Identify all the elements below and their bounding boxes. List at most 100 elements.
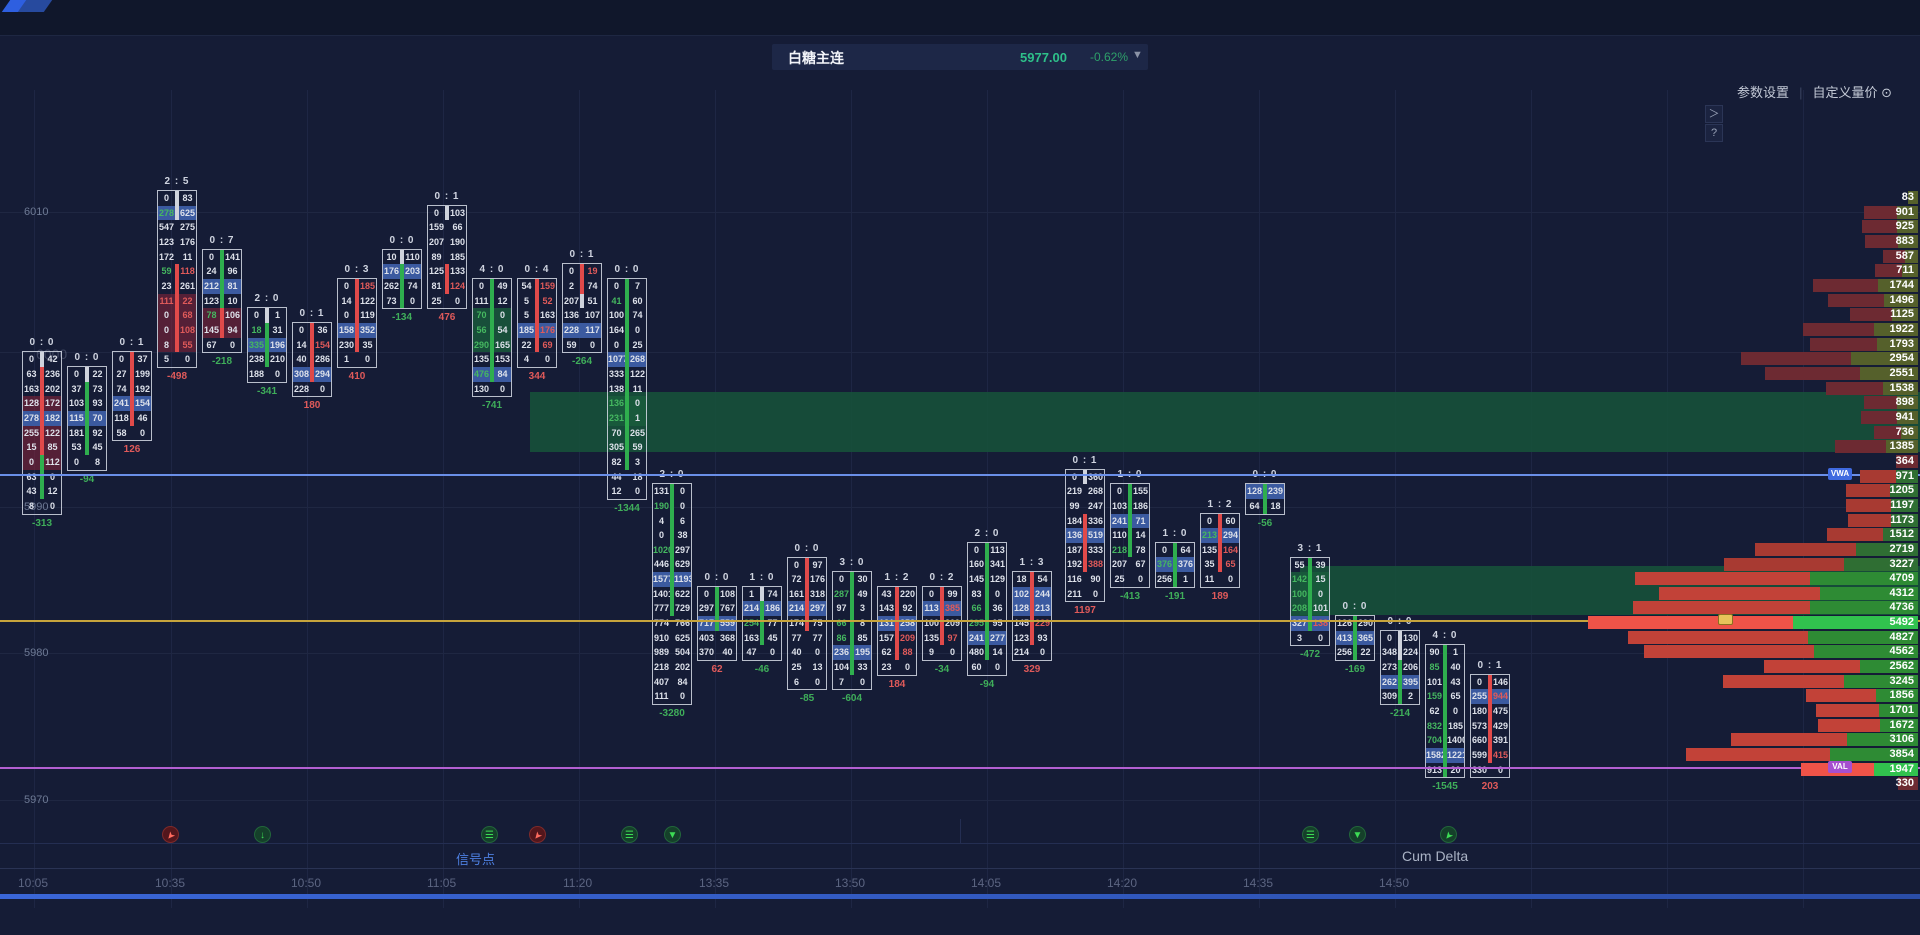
signal-stack-icon[interactable]: ☰ bbox=[1302, 826, 1319, 843]
bid-volume: 214 bbox=[788, 601, 805, 616]
param-settings-button[interactable]: 参数设置 bbox=[1737, 85, 1789, 100]
bar-delta-label: -472 bbox=[1290, 649, 1330, 660]
ask-volume: 36 bbox=[989, 601, 1006, 616]
bid-volume: 4 bbox=[653, 514, 670, 529]
footprint-row: 218202 bbox=[653, 660, 691, 675]
profile-value: 4736 bbox=[1890, 601, 1914, 614]
ask-volume: 43 bbox=[1447, 675, 1464, 690]
instrument-selector[interactable]: 白糖主连 5977.00 -0.62% ▼ bbox=[772, 44, 1148, 70]
imbalance-header: 0 : 4 bbox=[517, 264, 557, 275]
footprint-row: 128172 bbox=[23, 396, 61, 411]
imbalance-header: 1 : 2 bbox=[877, 572, 917, 583]
profile-row bbox=[1628, 631, 1918, 644]
ask-volume: 81 bbox=[224, 279, 241, 294]
profile-bid-bar bbox=[1810, 338, 1877, 351]
ask-volume: 84 bbox=[674, 675, 691, 690]
chevron-down-icon[interactable]: ▼ bbox=[1132, 49, 1143, 61]
footprint-row: 11570 bbox=[68, 411, 106, 426]
ask-volume: 55 bbox=[179, 338, 196, 353]
ask-volume: 96 bbox=[224, 264, 241, 279]
bid-volume: 0 bbox=[1156, 543, 1173, 558]
footprint-row: 20767 bbox=[1111, 557, 1149, 572]
profile-value: 1922 bbox=[1890, 323, 1914, 336]
footprint-row: 274 bbox=[563, 279, 601, 294]
ask-volume: 12 bbox=[494, 294, 511, 309]
footprint-box: 553914215100020810132713830 bbox=[1290, 557, 1330, 647]
footprint-row: 63236 bbox=[23, 367, 61, 382]
footprint-row: 135153 bbox=[473, 352, 511, 367]
ask-volume: 49 bbox=[854, 587, 871, 602]
footprint-row: 40286 bbox=[293, 352, 331, 367]
signal-arrow-down-icon[interactable]: ↓ bbox=[254, 826, 271, 843]
signal-pin-icon[interactable]: ➤ bbox=[162, 826, 179, 843]
collapse-button[interactable]: ＞ bbox=[1705, 105, 1723, 123]
ask-volume: 108 bbox=[719, 587, 736, 602]
footprint-row: 470 bbox=[743, 645, 781, 660]
ask-volume: 78 bbox=[1132, 543, 1149, 558]
footprint-row: 126290 bbox=[1336, 616, 1374, 631]
footprint-row: 4312 bbox=[23, 484, 61, 499]
signal-tri-down-icon[interactable]: ▼ bbox=[1349, 826, 1366, 843]
footprint-row: 185176 bbox=[518, 323, 556, 338]
footprint-row: 89185 bbox=[428, 250, 466, 265]
bid-volume: 136 bbox=[608, 396, 625, 411]
custom-volume-price-button[interactable]: 自定义量价 bbox=[1812, 85, 1877, 100]
ask-volume: 0 bbox=[629, 396, 646, 411]
signal-pin-icon[interactable]: ➤ bbox=[529, 826, 546, 843]
profile-bid-bar bbox=[1755, 543, 1856, 556]
footprint-row: 40784 bbox=[653, 675, 691, 690]
footprint-row: 2513 bbox=[788, 660, 826, 675]
bid-volume: 0 bbox=[338, 279, 355, 294]
bid-volume: 142 bbox=[1291, 572, 1308, 587]
footprint-row: 910625 bbox=[653, 631, 691, 646]
bid-volume: 256 bbox=[1336, 645, 1353, 660]
profile-value: 587 bbox=[1896, 250, 1914, 263]
bid-volume: 145 bbox=[968, 572, 985, 587]
footprint-box: 1310190046038102029744662915771193140162… bbox=[652, 483, 692, 705]
footprint-row: 7041400 bbox=[1426, 733, 1464, 748]
footprint-row: 2496 bbox=[203, 264, 241, 279]
footprint-chart[interactable]: 60106000599059805970VWAVAL83901925883587… bbox=[0, 36, 1920, 935]
bid-volume: 297 bbox=[698, 601, 715, 616]
ask-volume: 85 bbox=[854, 631, 871, 646]
signal-stack-icon[interactable]: ☰ bbox=[481, 826, 498, 843]
gear-icon[interactable]: ⊙ bbox=[1881, 85, 1892, 100]
footprint-row: 208101 bbox=[1291, 601, 1329, 616]
bid-volume: 135 bbox=[923, 631, 940, 646]
footprint-row: 036 bbox=[293, 323, 331, 338]
footprint-row: 47684 bbox=[473, 367, 511, 382]
ask-volume: 20 bbox=[1447, 763, 1464, 778]
ask-volume: 2 bbox=[1402, 689, 1419, 704]
profile-row bbox=[1686, 748, 1918, 761]
footprint-row: 219268 bbox=[1066, 484, 1104, 499]
bid-volume: 164 bbox=[608, 323, 625, 338]
bid-volume: 476 bbox=[473, 367, 490, 382]
bid-volume: 262 bbox=[1381, 675, 1398, 690]
panel-help-button[interactable]: ? bbox=[1705, 124, 1723, 142]
footprint-row: 11846 bbox=[113, 411, 151, 426]
ask-volume: 625 bbox=[674, 631, 691, 646]
ask-volume: 176 bbox=[539, 323, 556, 338]
ask-volume: 1 bbox=[269, 308, 286, 323]
ask-volume: 77 bbox=[809, 631, 826, 646]
ask-volume: 0 bbox=[1492, 763, 1509, 778]
ask-volume: 265 bbox=[629, 426, 646, 441]
last-price-marker[interactable] bbox=[1718, 614, 1733, 625]
ask-volume: 74 bbox=[764, 587, 781, 602]
ask-volume: 11 bbox=[179, 250, 196, 265]
profile-value: 4312 bbox=[1890, 587, 1914, 600]
ask-volume: 0 bbox=[359, 352, 376, 367]
bid-volume: 43 bbox=[878, 587, 895, 602]
ask-volume: 220 bbox=[899, 587, 916, 602]
profile-value: 1496 bbox=[1890, 294, 1914, 307]
footprint-row: 50 bbox=[158, 352, 196, 367]
footprint-row: 72176 bbox=[788, 572, 826, 587]
signal-pin-icon[interactable]: ➤ bbox=[1440, 826, 1457, 843]
bid-volume: 135 bbox=[1201, 543, 1218, 558]
bid-volume: 0 bbox=[968, 543, 985, 558]
footprint-row: 10143 bbox=[1426, 675, 1464, 690]
signal-tri-down-icon[interactable]: ▼ bbox=[664, 826, 681, 843]
ask-volume: 196 bbox=[269, 338, 286, 353]
ask-volume: 113 bbox=[989, 543, 1006, 558]
signal-stack-icon[interactable]: ☰ bbox=[621, 826, 638, 843]
